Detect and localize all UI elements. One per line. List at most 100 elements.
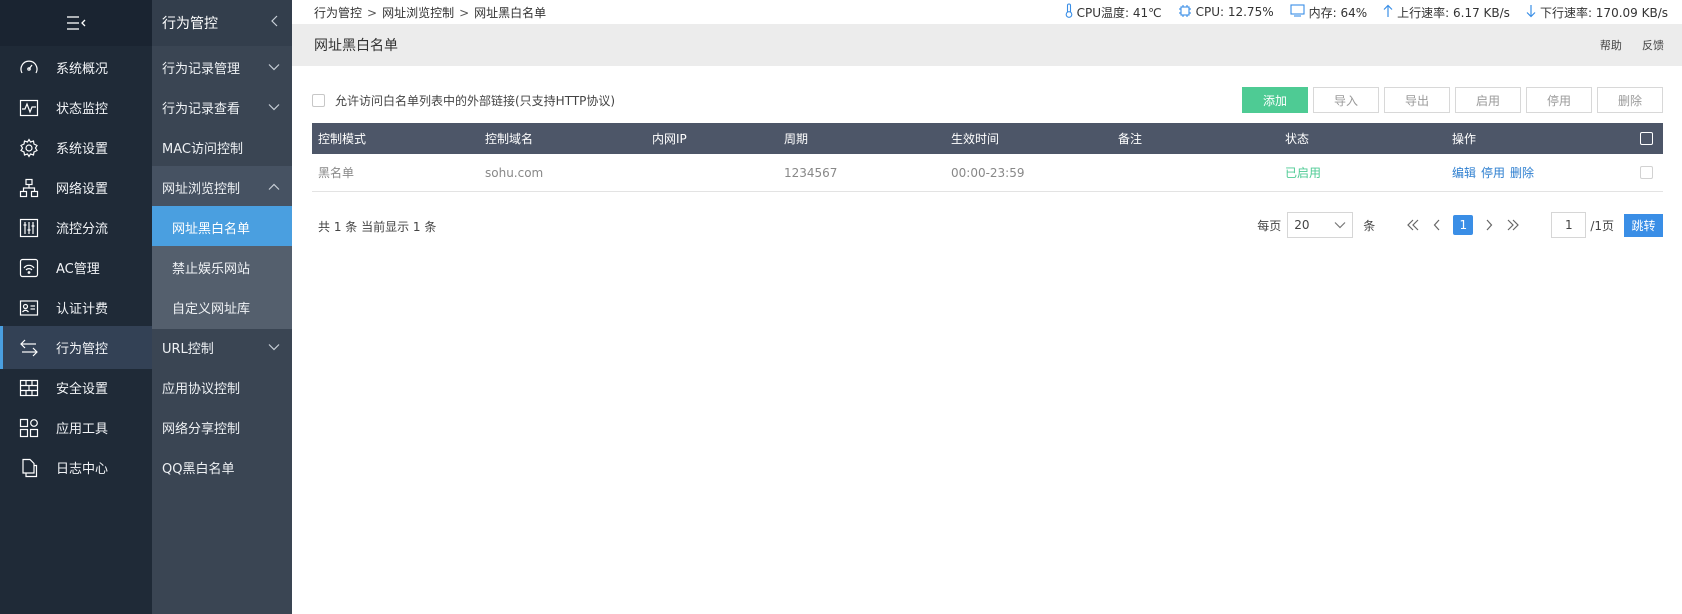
cpu-chip-icon [1178,4,1196,21]
thermometer-icon [1065,3,1077,21]
select-all-checkbox[interactable] [1639,132,1653,145]
arrow-down-icon [1526,4,1540,21]
allow-external-links-checkbox[interactable] [312,94,325,107]
sidebar-item-label: 应用工具 [56,422,109,437]
sidebar-item-traffic-control[interactable]: 流控分流 [0,206,152,249]
wifi-router-icon [18,257,40,279]
sidebar-item-ac-management[interactable]: AC管理 [0,246,152,289]
disable-button[interactable]: 停用 [1526,87,1592,113]
breadcrumb-item[interactable]: 网址浏览控制 [382,6,454,20]
per-page-select[interactable]: 20 [1287,212,1354,238]
delete-link[interactable]: 删除 [1510,166,1534,180]
first-page-icon[interactable] [1403,215,1423,235]
pulse-monitor-icon [18,97,40,119]
gear-icon [18,137,40,159]
sidebar-item-label: 状态监控 [56,102,109,117]
sidebar-item-system-settings[interactable]: 系统设置 [0,126,152,169]
sub-sidebar: 行为管控 行为记录管理 行为记录查看 MAC访问控制 网址浏览控制 网址黑白名单… [152,0,292,614]
stat-download: 下行速率: 170.09 KB/s [1526,4,1668,21]
subnav-item-behavior-record-mgmt[interactable]: 行为记录管理 [152,46,292,89]
sidebar-item-label: 行为管控 [56,342,109,357]
row-checkbox[interactable] [1639,166,1653,179]
subnav-item-url-control[interactable]: URL控制 [152,326,292,369]
sidebar-item-label: 系统概况 [56,62,109,77]
last-page-icon[interactable] [1503,215,1523,235]
arrow-up-icon [1383,4,1397,21]
allow-external-links-label: 允许访问白名单列表中的外部链接(只支持HTTP协议) [335,94,616,108]
sidebar-item-label: AC管理 [56,262,100,277]
subnav-title: 行为管控 [162,16,218,32]
next-page-icon[interactable] [1479,215,1499,235]
subnav-child-custom-url-lib[interactable]: 自定义网址库 [152,286,292,329]
help-link[interactable]: 帮助 [1600,39,1622,52]
chevron-down-icon [1334,218,1346,232]
network-topology-icon [18,177,40,199]
sidebar-item-log-center[interactable]: 日志中心 [0,446,152,489]
enable-button[interactable]: 启用 [1455,87,1521,113]
subnav-item-network-share[interactable]: 网络分享控制 [152,406,292,449]
subnav-item-qq-blackwhite[interactable]: QQ黑白名单 [152,446,292,489]
page-title: 网址黑白名单 [314,38,398,54]
pagination: 每页 20 条 1 /1页 跳转 [1257,212,1663,238]
sidebar-item-security[interactable]: 安全设置 [0,366,152,409]
url-rules-table: 控制模式 控制域名 内网IP 周期 生效时间 备注 状态 操作 黑名单 sohu… [312,123,1663,192]
subnav-item-label: 行为记录查看 [162,102,241,117]
menu-collapse-icon[interactable] [0,0,152,46]
sliders-icon [18,217,40,239]
subnav-header: 行为管控 [152,0,292,46]
table-header: 控制模式 控制域名 内网IP 周期 生效时间 备注 状态 操作 [312,123,1663,154]
per-page-unit: 条 [1363,218,1376,233]
sidebar-item-label: 网络设置 [56,182,109,197]
subnav-item-app-protocol[interactable]: 应用协议控制 [152,366,292,409]
subnav-item-label: MAC访问控制 [162,142,243,157]
sidebar-item-label: 日志中心 [56,462,109,477]
dashboard-gauge-icon [18,57,40,79]
subnav-item-label: 网络分享控制 [162,422,241,437]
import-button[interactable]: 导入 [1313,87,1379,113]
column-header: 内网IP [652,132,687,146]
add-button[interactable]: 添加 [1242,87,1308,113]
breadcrumb-item[interactable]: 行为管控 [314,6,362,20]
collapse-chevron-left-icon[interactable] [270,15,278,31]
jump-button[interactable]: 跳转 [1624,213,1663,237]
stat-memory: 内存: 64% [1290,4,1367,21]
prev-page-icon[interactable] [1427,215,1447,235]
subnav-child-label: 网址黑白名单 [172,222,251,237]
top-status-bar: 行为管控 > 网址浏览控制 > 网址黑白名单 CPU温度: 41℃ CPU: 12.75… [292,0,1682,24]
page-number-current[interactable]: 1 [1453,215,1474,235]
cell-actions: 编辑 停用 删除 [1446,164,1623,181]
sidebar-item-label: 流控分流 [56,222,109,237]
feedback-link[interactable]: 反馈 [1642,39,1664,52]
sidebar-item-monitor[interactable]: 状态监控 [0,86,152,129]
column-header: 备注 [1118,132,1143,146]
allow-external-links-option: 允许访问白名单列表中的外部链接(只支持HTTP协议) [312,92,615,109]
status-badge: 已启用 [1285,166,1322,180]
sidebar-item-overview[interactable]: 系统概况 [0,46,152,89]
chevron-up-icon [268,180,280,195]
disable-link[interactable]: 停用 [1481,166,1505,180]
sidebar-item-behavior-control[interactable]: 行为管控 [0,326,152,369]
export-button[interactable]: 导出 [1384,87,1450,113]
subnav-child-block-entertainment[interactable]: 禁止娱乐网站 [152,246,292,289]
delete-button[interactable]: 删除 [1597,87,1663,113]
column-header: 操作 [1452,132,1477,146]
sidebar-item-network-settings[interactable]: 网络设置 [0,166,152,209]
subnav-child-label: 禁止娱乐网站 [172,262,251,277]
sidebar-item-auth-billing[interactable]: 认证计费 [0,286,152,329]
column-header: 生效时间 [951,132,1000,146]
memory-monitor-icon [1290,4,1309,20]
jump-page-input[interactable] [1551,212,1587,238]
subnav-child-url-blackwhite[interactable]: 网址黑白名单 [152,206,292,249]
swap-arrows-icon [18,337,40,359]
cell-mode: 黑名单 [318,166,355,180]
id-card-icon [18,297,40,319]
subnav-item-label: 行为记录管理 [162,62,241,77]
subnav-item-mac-access[interactable]: MAC访问控制 [152,126,292,169]
chevron-down-icon [268,100,280,115]
subnav-item-url-browse-control[interactable]: 网址浏览控制 [152,166,292,209]
firewall-icon [18,377,40,399]
stat-upload: 上行速率: 6.17 KB/s [1383,4,1510,21]
subnav-item-behavior-record-view[interactable]: 行为记录查看 [152,86,292,129]
sidebar-item-app-tools[interactable]: 应用工具 [0,406,152,449]
edit-link[interactable]: 编辑 [1452,166,1476,180]
